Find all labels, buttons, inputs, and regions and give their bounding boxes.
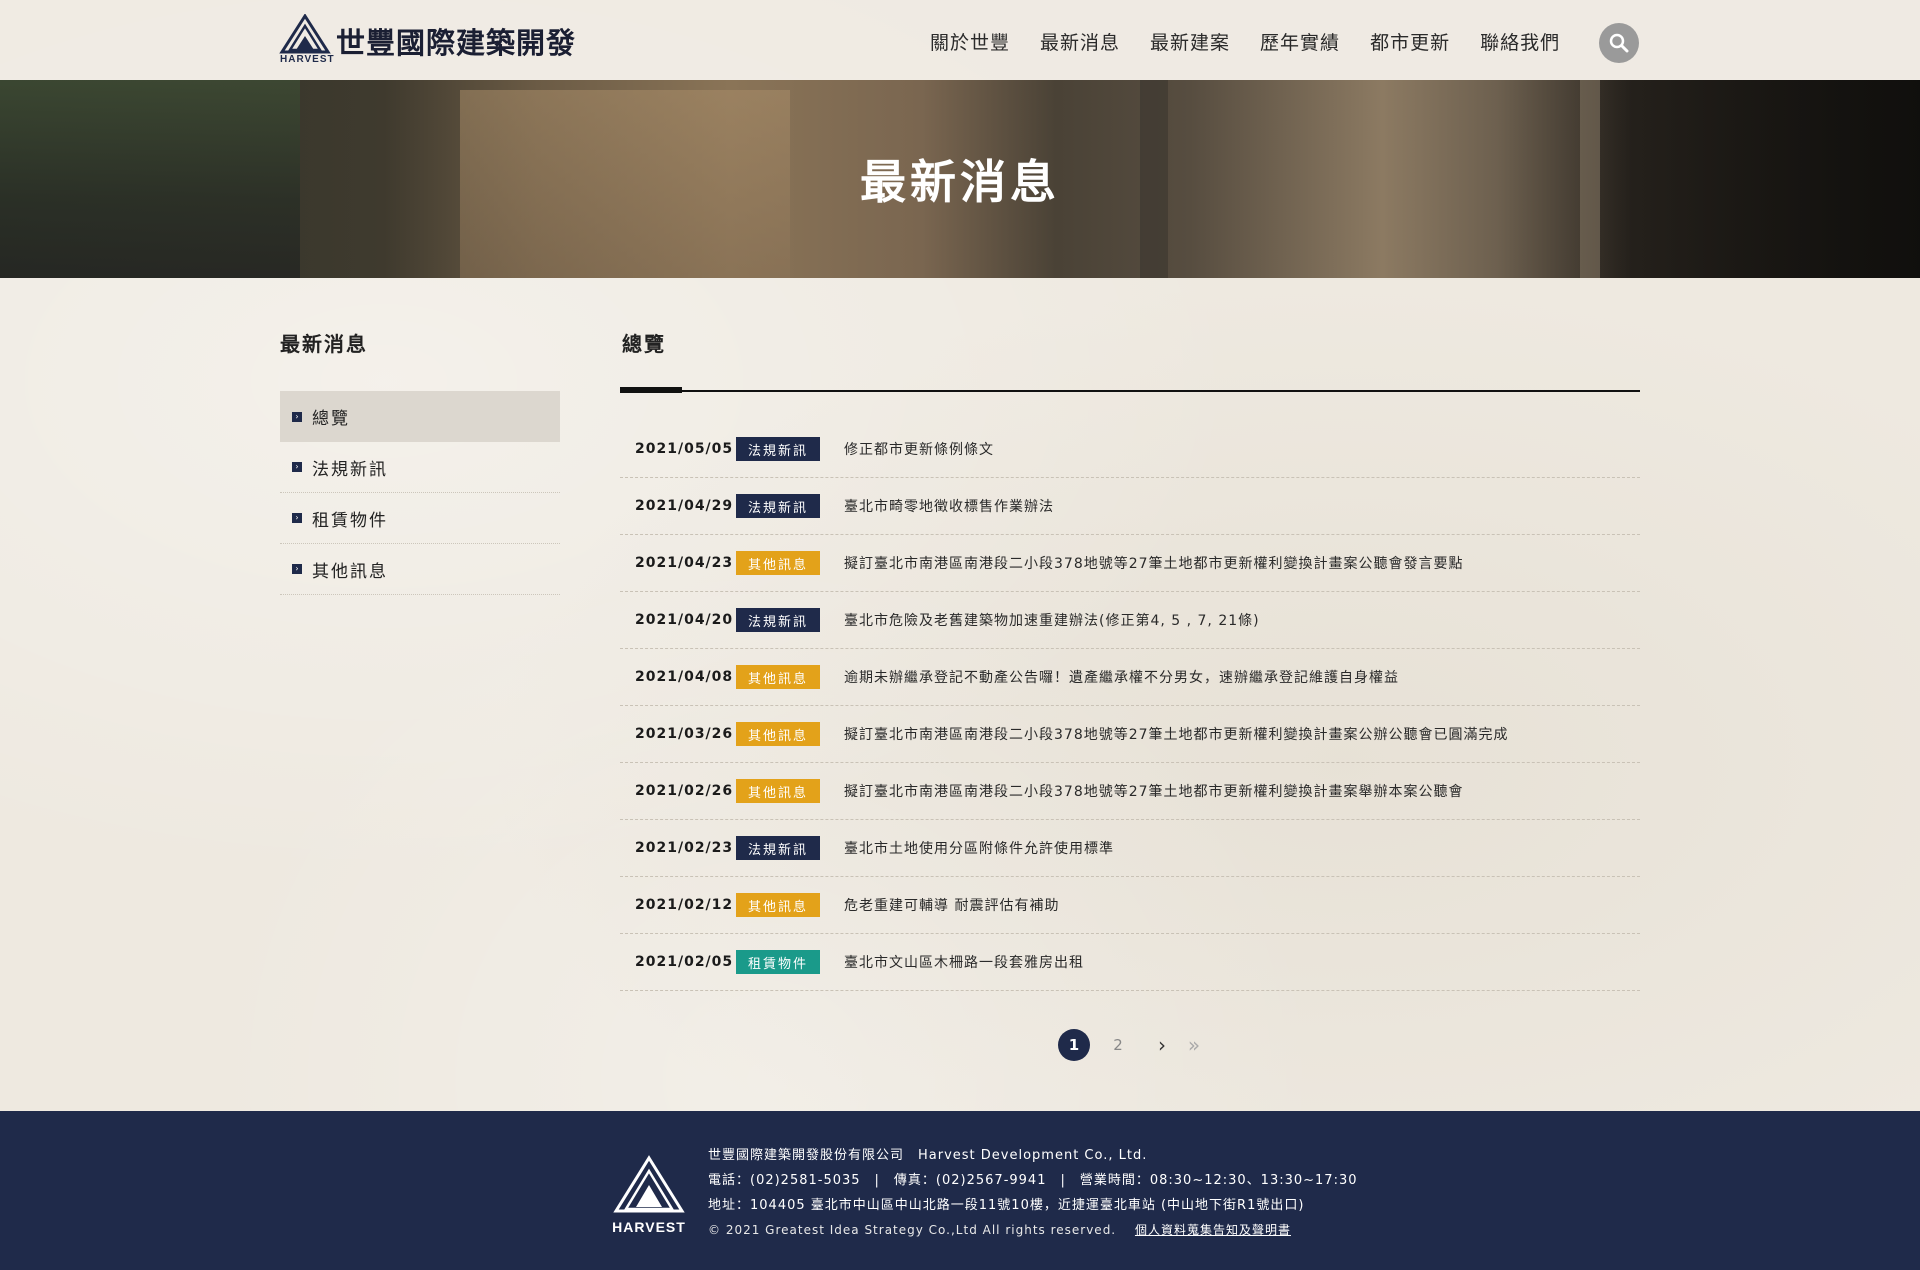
news-row[interactable]: 2021/04/23 其他訊息 擬訂臺北市南港區南港段二小段378地號等27筆土… — [620, 535, 1640, 592]
main-content: 總覽 2021/05/05 法規新訊 修正都市更新條例條文 2021/04/29… — [620, 328, 1640, 991]
news-title-link[interactable]: 臺北市文山區木柵路一段套雅房出租 — [844, 952, 1084, 972]
news-title-link[interactable]: 擬訂臺北市南港區南港段二小段378地號等27筆土地都市更新權利變換計畫案公聽會發… — [844, 553, 1464, 573]
sidebar: 最新消息 › 總覽 › 法規新訊 › 租賃物件 › 其他訊息 — [280, 328, 560, 595]
last-page-icon[interactable]: » — [1178, 1029, 1210, 1061]
sidebar-menu: › 總覽 › 法規新訊 › 租賃物件 › 其他訊息 — [280, 391, 560, 595]
footer-copyright-line: © 2021 Greatest Idea Strategy Co.,Ltd Al… — [708, 1218, 1358, 1243]
news-title-link[interactable]: 臺北市土地使用分區附條件允許使用標準 — [844, 838, 1114, 858]
news-date: 2021/04/23 — [635, 555, 734, 571]
news-row[interactable]: 2021/04/20 法規新訊 臺北市危險及老舊建築物加速重建辦法(修正第4, … — [620, 592, 1640, 649]
chevron-right-icon: › — [292, 564, 302, 574]
nav-about[interactable]: 關於世豐 — [930, 28, 1010, 55]
news-row[interactable]: 2021/02/23 法規新訊 臺北市土地使用分區附條件允許使用標準 — [620, 820, 1640, 877]
footer-address: 地址：104405 臺北市中山區中山北路一段11號10樓，近捷運臺北車站 (中山… — [708, 1198, 1305, 1213]
news-date: 2021/03/26 — [635, 726, 734, 742]
news-title-link[interactable]: 危老重建可輔導 耐震評估有補助 — [844, 895, 1059, 915]
chevron-right-icon: › — [292, 513, 302, 523]
news-date: 2021/02/23 — [635, 840, 734, 856]
news-title-link[interactable]: 擬訂臺北市南港區南港段二小段378地號等27筆土地都市更新權利變換計畫案公辦公聽… — [844, 724, 1509, 744]
news-category-badge: 法規新訊 — [736, 836, 820, 860]
chevron-right-icon: › — [292, 411, 302, 422]
page-2-button[interactable]: 2 — [1102, 1029, 1134, 1061]
sidebar-item-label: 其他訊息 — [312, 561, 388, 582]
news-title-link[interactable]: 臺北市危險及老舊建築物加速重建辦法(修正第4, 5 , 7, 21條) — [844, 610, 1260, 630]
news-title-link[interactable]: 逾期未辦繼承登記不動產公告囉！遺產繼承權不分男女，速辦繼承登記維護自身權益 — [844, 667, 1399, 687]
news-category-badge: 法規新訊 — [736, 494, 820, 518]
site-header: HARVEST 世豐國際建築開發 關於世豐 最新消息 最新建案 歷年實績 都市更… — [0, 0, 1920, 80]
sidebar-item-label: 法規新訊 — [312, 459, 388, 480]
chevron-right-icon: › — [292, 462, 302, 472]
harvest-logo-icon: HARVEST — [278, 14, 335, 66]
news-row[interactable]: 2021/05/05 法規新訊 修正都市更新條例條文 — [620, 421, 1640, 478]
news-date: 2021/02/12 — [635, 897, 734, 913]
news-title-link[interactable]: 修正都市更新條例條文 — [844, 439, 994, 459]
nav-urban-renewal[interactable]: 都市更新 — [1370, 28, 1450, 55]
news-row[interactable]: 2021/04/29 法規新訊 臺北市畸零地徵收標售作業辦法 — [620, 478, 1640, 535]
footer-info: 世豐國際建築開發股份有限公司 Harvest Development Co., … — [708, 1143, 1358, 1243]
harvest-logo-icon — [613, 1155, 685, 1213]
site-footer: HARVEST 世豐國際建築開發股份有限公司 Harvest Developme… — [0, 1111, 1920, 1270]
news-date: 2021/04/20 — [635, 612, 734, 628]
news-title-link[interactable]: 擬訂臺北市南港區南港段二小段378地號等27筆土地都市更新權利變換計畫案舉辦本案… — [844, 781, 1464, 801]
news-row[interactable]: 2021/02/05 租賃物件 臺北市文山區木柵路一段套雅房出租 — [620, 934, 1640, 991]
sidebar-title: 最新消息 — [280, 332, 368, 356]
privacy-policy-link[interactable]: 個人資料蒐集告知及聲明書 — [1135, 1223, 1291, 1237]
title-divider — [620, 387, 1640, 393]
news-date: 2021/02/26 — [635, 783, 734, 799]
search-button[interactable] — [1599, 23, 1639, 63]
hero-banner: 最新消息 — [0, 80, 1920, 278]
section-title: 總覽 — [622, 332, 666, 356]
sidebar-item-label: 總覽 — [312, 409, 350, 429]
news-category-badge: 租賃物件 — [736, 950, 820, 974]
news-title-link[interactable]: 臺北市畸零地徵收標售作業辦法 — [844, 496, 1054, 516]
nav-news[interactable]: 最新消息 — [1040, 28, 1120, 55]
page-1-button[interactable]: 1 — [1058, 1029, 1090, 1061]
footer-logo-text: HARVEST — [612, 1219, 686, 1235]
logo-en-text: HARVEST — [280, 54, 335, 65]
sidebar-item-overview[interactable]: › 總覽 — [280, 391, 560, 442]
news-category-badge: 法規新訊 — [736, 608, 820, 632]
nav-portfolio[interactable]: 歷年實績 — [1260, 28, 1340, 55]
news-row[interactable]: 2021/02/26 其他訊息 擬訂臺北市南港區南港段二小段378地號等27筆土… — [620, 763, 1640, 820]
footer-company: 世豐國際建築開發股份有限公司 Harvest Development Co., … — [708, 1148, 1148, 1163]
news-date: 2021/02/05 — [635, 954, 734, 970]
brand-name: 世豐國際建築開發 — [336, 26, 577, 60]
search-icon — [1609, 33, 1629, 53]
banner-title: 最新消息 — [860, 155, 1060, 209]
news-date: 2021/05/05 — [635, 441, 734, 457]
news-category-badge: 其他訊息 — [736, 893, 820, 917]
sidebar-item-regulations[interactable]: › 法規新訊 — [280, 442, 560, 493]
footer-logo: HARVEST — [612, 1155, 686, 1235]
site-logo[interactable]: HARVEST 世豐國際建築開發 — [278, 14, 576, 66]
sidebar-item-label: 租賃物件 — [312, 510, 388, 531]
pagination: 1 2 › » — [1058, 1029, 1210, 1061]
footer-contact: 電話：(02)2581-5035 | 傳真：(02)2567-9941 | 營業… — [708, 1173, 1358, 1188]
news-category-badge: 其他訊息 — [736, 779, 820, 803]
nav-projects[interactable]: 最新建案 — [1150, 28, 1230, 55]
news-category-badge: 其他訊息 — [736, 551, 820, 575]
news-category-badge: 法規新訊 — [736, 437, 820, 461]
next-page-icon[interactable]: › — [1146, 1029, 1178, 1061]
footer-copyright: © 2021 Greatest Idea Strategy Co.,Ltd Al… — [708, 1223, 1117, 1237]
sidebar-item-other[interactable]: › 其他訊息 — [280, 544, 560, 595]
news-date: 2021/04/29 — [635, 498, 734, 514]
news-row[interactable]: 2021/02/12 其他訊息 危老重建可輔導 耐震評估有補助 — [620, 877, 1640, 934]
nav-contact[interactable]: 聯絡我們 — [1480, 28, 1560, 55]
news-row[interactable]: 2021/04/08 其他訊息 逾期未辦繼承登記不動產公告囉！遺產繼承權不分男女… — [620, 649, 1640, 706]
news-category-badge: 其他訊息 — [736, 665, 820, 689]
news-list: 2021/05/05 法規新訊 修正都市更新條例條文 2021/04/29 法規… — [620, 421, 1640, 991]
main-nav: 關於世豐 最新消息 最新建案 歷年實績 都市更新 聯絡我們 — [930, 28, 1560, 55]
sidebar-item-rentals[interactable]: › 租賃物件 — [280, 493, 560, 544]
news-category-badge: 其他訊息 — [736, 722, 820, 746]
news-row[interactable]: 2021/03/26 其他訊息 擬訂臺北市南港區南港段二小段378地號等27筆土… — [620, 706, 1640, 763]
news-date: 2021/04/08 — [635, 669, 734, 685]
